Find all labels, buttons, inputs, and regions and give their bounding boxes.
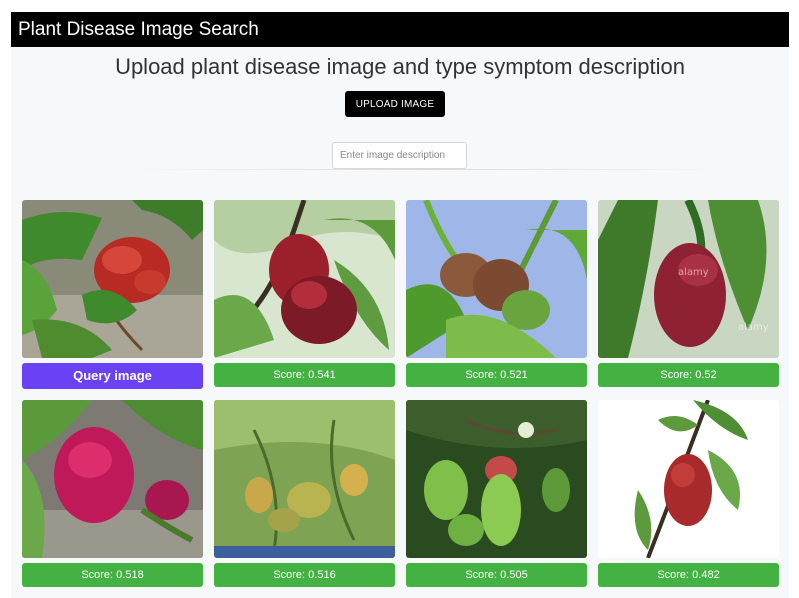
result-card: Score: 0.482: [598, 400, 779, 587]
query-image-button[interactable]: Query image: [22, 363, 203, 389]
score-badge: Score: 0.52: [598, 363, 779, 387]
result-card: Score: 0.521: [406, 200, 587, 387]
result-image[interactable]: [406, 400, 587, 558]
result-image[interactable]: [214, 400, 395, 558]
score-badge: Score: 0.521: [406, 363, 587, 387]
description-input[interactable]: [332, 142, 467, 169]
score-badge: Score: 0.518: [22, 563, 203, 587]
query-image: [22, 200, 203, 358]
result-card: Score: 0.541: [214, 200, 395, 387]
result-card: Score: 0.505: [406, 400, 587, 587]
divider: [131, 169, 721, 170]
score-badge: Score: 0.482: [598, 563, 779, 587]
app-title: Plant Disease Image Search: [11, 12, 789, 47]
svg-text:alamy: alamy: [738, 322, 769, 333]
result-image[interactable]: [598, 400, 779, 558]
result-image[interactable]: [22, 400, 203, 558]
result-image[interactable]: alamy alamy: [598, 200, 779, 358]
upload-image-button[interactable]: UPLOAD IMAGE: [345, 91, 445, 117]
results-grid: Query image Score: 0.541 Score: 0.521 al…: [22, 200, 779, 588]
score-badge: Score: 0.505: [406, 563, 587, 587]
result-image[interactable]: [214, 200, 395, 358]
result-card: Score: 0.518: [22, 400, 203, 587]
query-card: Query image: [22, 200, 203, 389]
result-card: Score: 0.516: [214, 400, 395, 587]
result-image[interactable]: [406, 200, 587, 358]
page-headline: Upload plant disease image and type symp…: [115, 54, 685, 79]
app-window: Plant Disease Image Search Upload plant …: [11, 12, 789, 598]
score-badge: Score: 0.541: [214, 363, 395, 387]
result-card: alamy alamy Score: 0.52: [598, 200, 779, 387]
score-badge: Score: 0.516: [214, 563, 395, 587]
svg-text:alamy: alamy: [678, 267, 709, 278]
